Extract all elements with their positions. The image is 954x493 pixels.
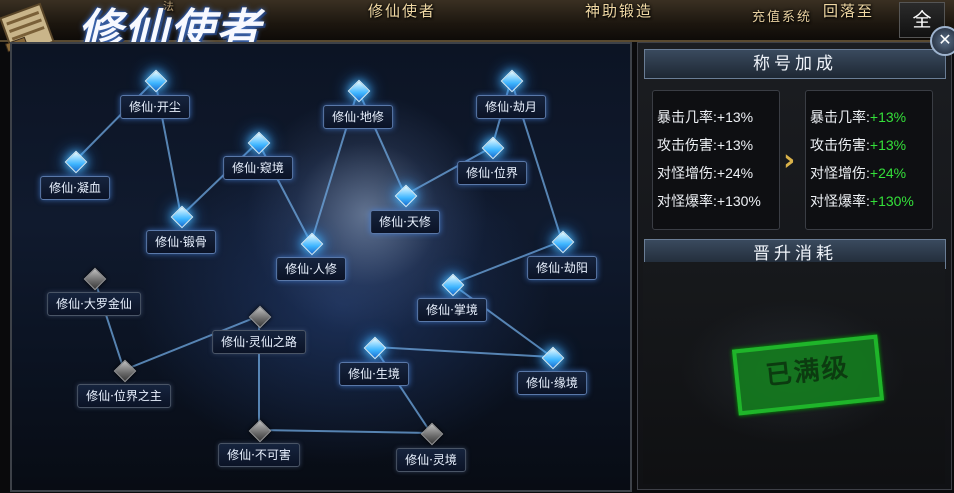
stat-monster-drop: 对怪爆率:+130%	[657, 193, 761, 209]
skill-tree-map: 修仙·开尘 修仙·地修 修仙·劫月 修仙·凝血 修仙·窥境 修仙·位界 修仙·天…	[10, 42, 632, 492]
stat-attack-damage: 攻击伤害:+13%	[657, 137, 754, 153]
upgrade-arrow-icon: ›	[783, 143, 796, 178]
node-lingjing-label[interactable]: 修仙·灵境	[396, 448, 466, 472]
stat-crit-rate-next: 暴击几率:+13%	[810, 109, 907, 125]
node-renxiu-label[interactable]: 修仙·人修	[276, 257, 346, 281]
link-bukehai-lingjing	[258, 429, 432, 434]
node-ningxue-label[interactable]: 修仙·凝血	[40, 176, 110, 200]
stat-monster-drop-next: 对怪爆率:+130%	[810, 193, 914, 209]
link-kaichen-ningxue	[74, 79, 156, 162]
top-tab-recharge[interactable]: 充值系统	[752, 6, 812, 28]
node-duangu-label[interactable]: 修仙·锻骨	[146, 230, 216, 254]
node-tianxiu-label[interactable]: 修仙·天修	[370, 210, 440, 234]
node-zhangjing-label[interactable]: 修仙·掌境	[417, 298, 487, 322]
node-kuijing-label[interactable]: 修仙·窥境	[223, 156, 293, 180]
node-jieyue-label[interactable]: 修仙·劫月	[476, 95, 546, 119]
stat-monster-damage: 对怪增伤:+24%	[657, 165, 754, 181]
top-tab-xiuxian[interactable]: 修仙使者	[368, 0, 436, 22]
node-yuanjing-label[interactable]: 修仙·缘境	[517, 371, 587, 395]
close-icon[interactable]: ✕	[930, 26, 954, 56]
node-kaichen-label[interactable]: 修仙·开尘	[120, 95, 190, 119]
link-shengjing-yuanjing	[373, 346, 553, 358]
stat-monster-damage-next: 对怪增伤:+24%	[810, 165, 907, 181]
node-weijiezhizhu-label[interactable]: 修仙·位界之主	[77, 384, 171, 408]
stat-crit-rate: 暴击几率:+13%	[657, 109, 754, 125]
link-shengjing-lingjing	[373, 346, 432, 434]
node-jieyang-label[interactable]: 修仙·劫阳	[527, 256, 597, 280]
bonus-header: 称号加成	[644, 49, 946, 79]
node-daluo-label[interactable]: 修仙·大罗金仙	[47, 292, 141, 316]
node-bukehai-label[interactable]: 修仙·不可害	[218, 443, 300, 467]
node-weijie-label[interactable]: 修仙·位界	[457, 161, 527, 185]
current-stats-box: 暴击几率:+13% 攻击伤害:+13% 对怪增伤:+24% 对怪爆率:+130%	[652, 90, 780, 230]
next-stats-box: 暴击几率:+13% 攻击伤害:+13% 对怪增伤:+24% 对怪爆率:+130%	[805, 90, 933, 230]
top-tab-forge[interactable]: 神助锻造	[585, 0, 653, 22]
top-tab-return[interactable]: 回落至	[823, 0, 874, 22]
stat-attack-damage-next: 攻击伤害:+13%	[810, 137, 907, 153]
node-lingxian-label[interactable]: 修仙·灵仙之路	[212, 330, 306, 354]
node-shengjing-label[interactable]: 修仙·生境	[339, 362, 409, 386]
node-dixiu-label[interactable]: 修仙·地修	[323, 105, 393, 129]
